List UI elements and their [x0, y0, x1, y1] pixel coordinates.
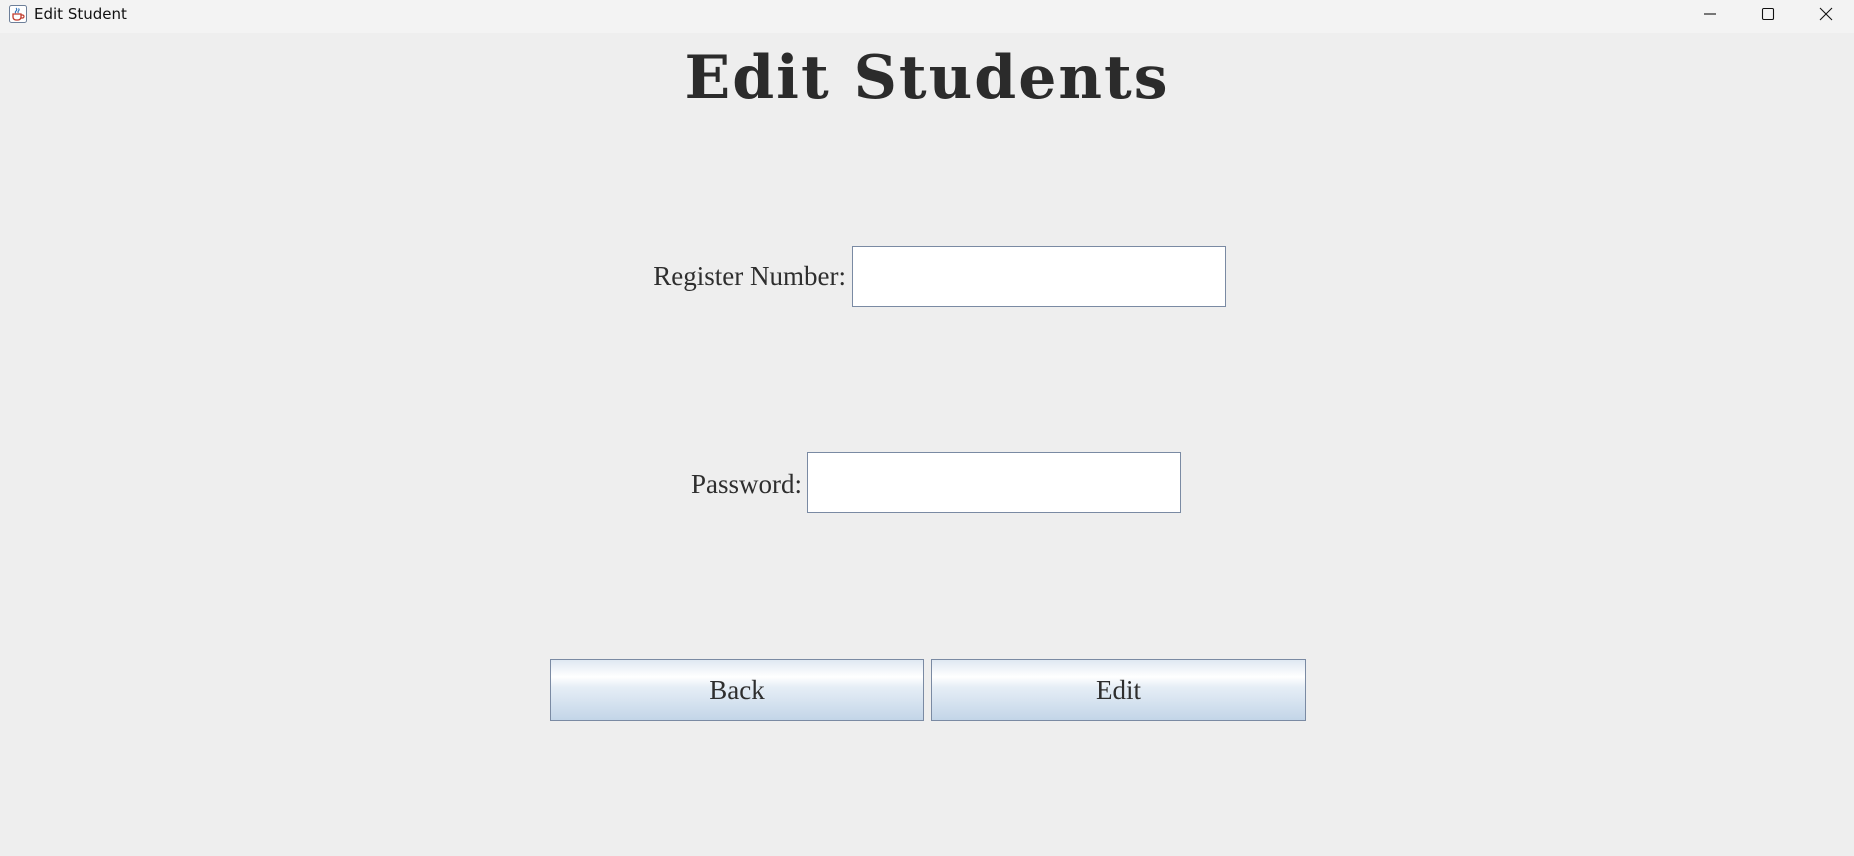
maximize-icon [1761, 7, 1775, 21]
content-panel [0, 33, 1854, 856]
window-titlebar: Edit Student [0, 0, 1854, 33]
register-number-input[interactable] [852, 246, 1226, 307]
back-button[interactable]: Back [550, 659, 924, 721]
edit-button[interactable]: Edit [931, 659, 1306, 721]
close-button[interactable] [1797, 0, 1854, 28]
minimize-button[interactable] [1681, 0, 1739, 28]
page-title: Edit Students [684, 43, 1170, 113]
password-input[interactable] [807, 452, 1181, 513]
minimize-icon [1703, 7, 1717, 21]
close-icon [1819, 7, 1833, 21]
window-title: Edit Student [34, 5, 127, 23]
register-number-label: Register Number: [653, 261, 846, 291]
password-label: Password: [690, 469, 802, 499]
maximize-button[interactable] [1739, 0, 1797, 28]
java-cup-icon [9, 5, 27, 23]
